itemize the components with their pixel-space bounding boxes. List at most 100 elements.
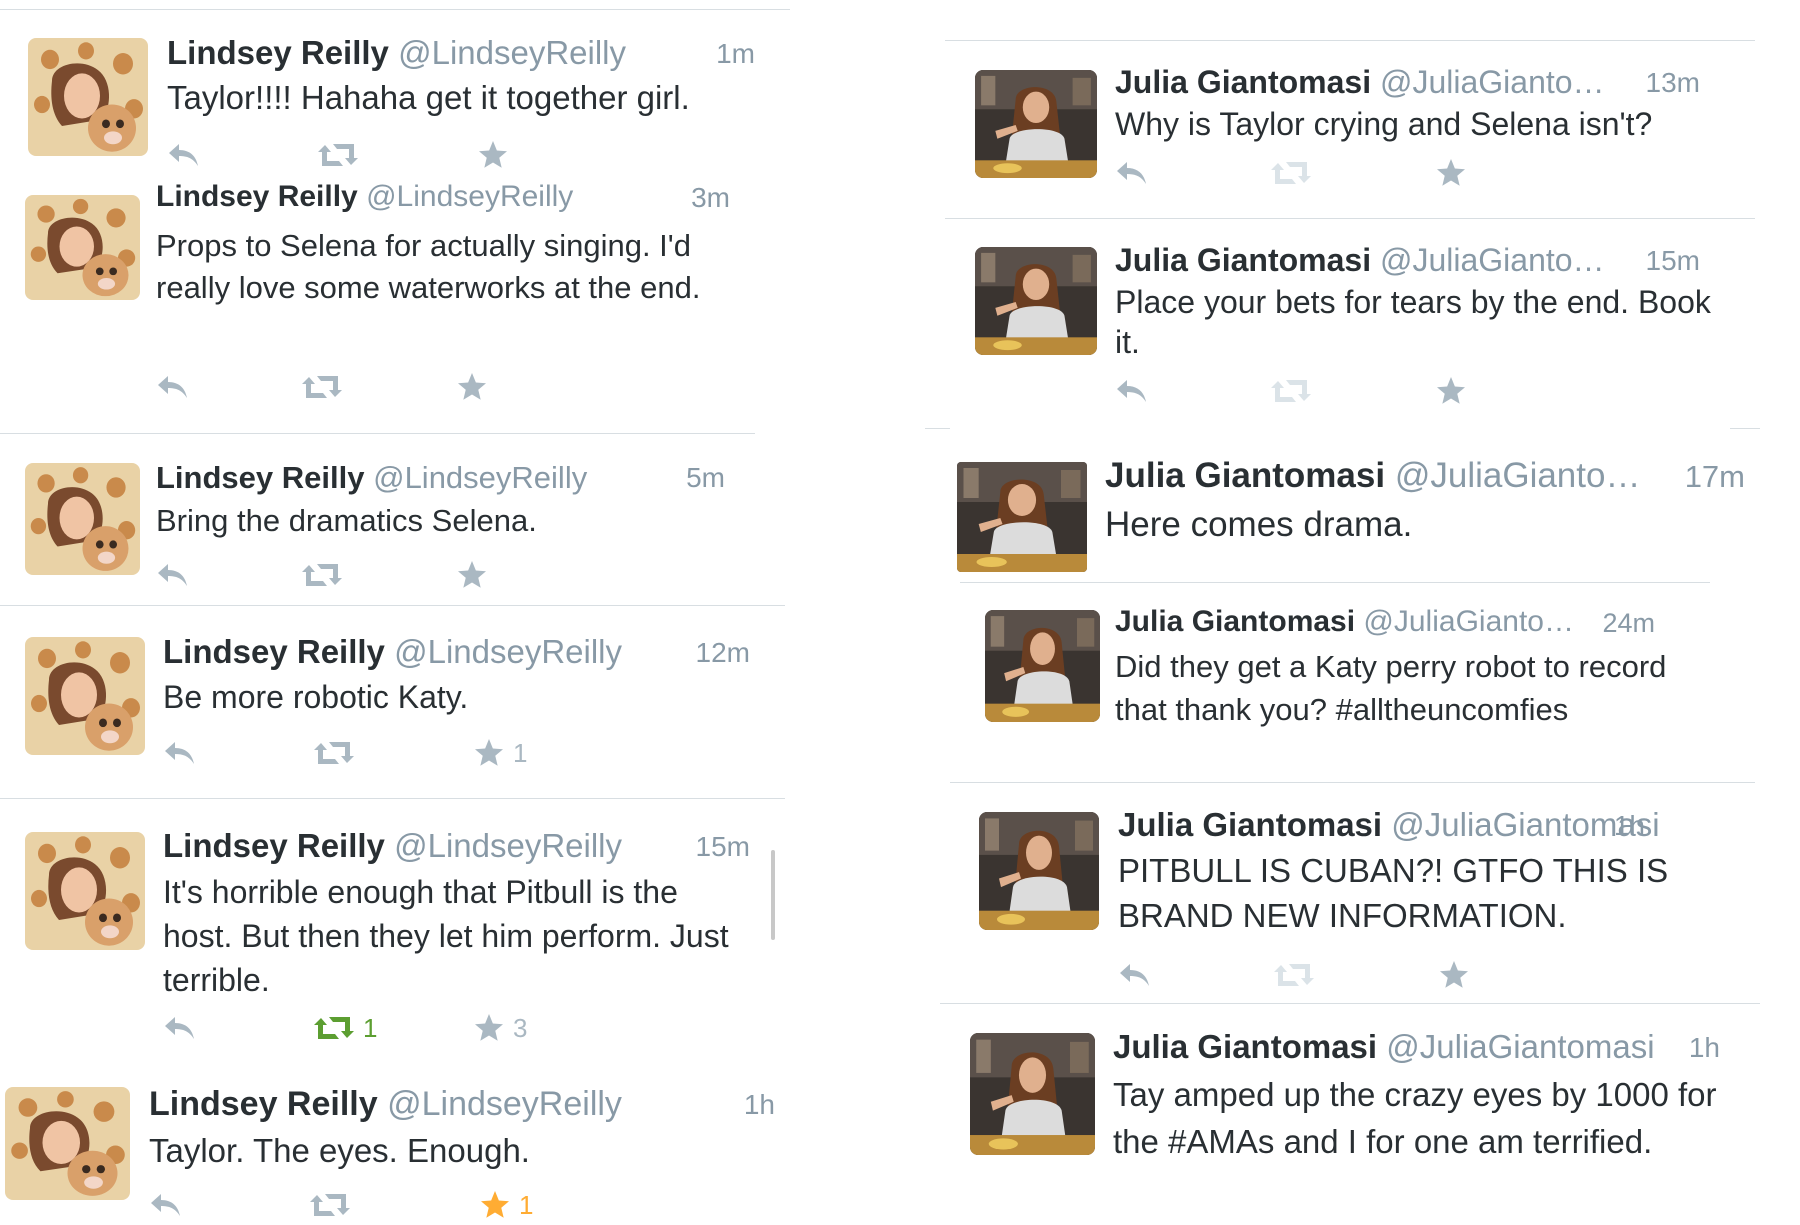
display-name[interactable]: Julia Giantomasi	[1115, 64, 1371, 100]
star-icon	[1440, 961, 1468, 988]
favorite-button[interactable]	[1435, 153, 1475, 193]
avatar[interactable]	[25, 463, 140, 575]
tweet-actions	[1118, 955, 1518, 995]
favorite-button[interactable]	[456, 367, 496, 407]
avatar[interactable]	[975, 247, 1097, 355]
username[interactable]: @LindseyReilly	[387, 1085, 622, 1123]
retweet-button[interactable]	[309, 1185, 359, 1225]
timestamp[interactable]: 17m	[1685, 459, 1745, 495]
tweet[interactable]: Lindsey Reilly @LindseyReilly 5m Bring t…	[0, 445, 800, 605]
username[interactable]: @LindseyReilly	[394, 633, 622, 670]
timestamp[interactable]: 1h	[1689, 1032, 1720, 1064]
tweet[interactable]: Lindsey Reilly @LindseyReilly 15m It's h…	[0, 810, 800, 1070]
favorite-button[interactable]	[477, 135, 517, 175]
timestamp[interactable]: 1h	[744, 1089, 775, 1121]
favorite-button[interactable]	[456, 555, 496, 595]
avatar[interactable]	[985, 610, 1100, 722]
tweet[interactable]: Lindsey Reilly @LindseyReilly 1m Taylor!…	[0, 0, 800, 170]
tweet-header: Julia Giantomasi @JuliaGianto…	[1115, 605, 1574, 639]
display-name[interactable]: Julia Giantomasi	[1115, 605, 1355, 638]
favorite-button[interactable]: 1	[479, 1185, 533, 1225]
tweet[interactable]: Julia Giantomasi @JuliaGiantomasi 1h Tay…	[925, 1010, 1760, 1200]
display-name[interactable]: Julia Giantomasi	[1118, 806, 1382, 843]
avatar[interactable]	[25, 195, 140, 300]
display-name[interactable]: Julia Giantomasi	[1115, 242, 1371, 278]
timestamp[interactable]: 1m	[716, 38, 755, 70]
retweet-button[interactable]	[1270, 153, 1320, 193]
timestamp[interactable]: 13m	[1646, 67, 1700, 99]
scrollbar[interactable]	[771, 850, 775, 940]
username[interactable]: @LindseyReilly	[373, 460, 587, 495]
favorite-button[interactable]	[1438, 955, 1478, 995]
avatar-giraffe-hood	[28, 38, 148, 156]
reply-button[interactable]	[163, 733, 197, 773]
avatar[interactable]	[25, 637, 145, 755]
reply-button[interactable]	[1115, 371, 1149, 411]
timestamp[interactable]: 1h	[1614, 810, 1645, 842]
retweet-button[interactable]: 1	[313, 1008, 377, 1048]
reply-button[interactable]	[1118, 955, 1152, 995]
retweet-button[interactable]	[301, 367, 351, 407]
avatar[interactable]	[970, 1033, 1095, 1155]
tweet[interactable]: Julia Giantomasi @JuliaGiantomasi 1h PIT…	[925, 790, 1760, 1000]
timestamp[interactable]: 15m	[1646, 245, 1700, 277]
reply-arrow-icon	[165, 1017, 194, 1039]
username[interactable]: @JuliaGianto…	[1380, 64, 1605, 100]
timestamp[interactable]: 3m	[691, 182, 730, 214]
username[interactable]: @JuliaGianto…	[1363, 605, 1574, 638]
username[interactable]: @JuliaGianto…	[1395, 456, 1641, 495]
timestamp[interactable]: 12m	[696, 637, 750, 669]
avatar[interactable]	[25, 832, 145, 950]
tweet[interactable]: Julia Giantomasi @JuliaGianto… 13m Why i…	[925, 45, 1760, 215]
display-name[interactable]: Julia Giantomasi	[1113, 1028, 1377, 1065]
display-name[interactable]: Julia Giantomasi	[1105, 456, 1385, 495]
tweet[interactable]: Julia Giantomasi @JuliaGianto… 24m Did t…	[925, 590, 1760, 780]
avatar[interactable]	[5, 1087, 130, 1200]
timestamp[interactable]: 15m	[696, 831, 750, 863]
timestamp[interactable]: 5m	[686, 462, 725, 494]
retweet-button[interactable]	[301, 555, 351, 595]
display-name[interactable]: Lindsey Reilly	[156, 180, 358, 213]
retweet-button[interactable]	[1273, 955, 1323, 995]
display-name[interactable]: Lindsey Reilly	[167, 34, 389, 71]
tweet[interactable]: Lindsey Reilly @LindseyReilly 3m Props t…	[0, 180, 800, 430]
reply-button[interactable]	[149, 1185, 183, 1225]
display-name[interactable]: Lindsey Reilly	[163, 633, 385, 670]
reply-button[interactable]	[156, 555, 190, 595]
favorite-button[interactable]	[1435, 371, 1475, 411]
reply-arrow-icon	[1117, 162, 1146, 184]
reply-button[interactable]	[1115, 153, 1149, 193]
reply-button[interactable]	[163, 1008, 197, 1048]
favorite-button[interactable]: 3	[473, 1008, 527, 1048]
username[interactable]: @JuliaGianto…	[1380, 242, 1605, 278]
username[interactable]: @LindseyReilly	[366, 180, 573, 213]
display-name[interactable]: Lindsey Reilly	[156, 460, 364, 495]
tweet[interactable]: Lindsey Reilly @LindseyReilly 12m Be mor…	[0, 615, 800, 795]
favorite-button[interactable]: 1	[473, 733, 527, 773]
retweet-icon	[1274, 964, 1314, 986]
username[interactable]: @JuliaGiantomasi	[1386, 1028, 1654, 1065]
username[interactable]: @LindseyReilly	[394, 827, 622, 864]
retweet-button[interactable]	[313, 733, 363, 773]
reply-button[interactable]	[167, 135, 201, 175]
tweet[interactable]: Julia Giantomasi @JuliaGianto… 15m Place…	[925, 225, 1760, 425]
avatar[interactable]	[975, 70, 1097, 178]
reply-button[interactable]	[156, 367, 190, 407]
timestamp[interactable]: 24m	[1602, 608, 1655, 639]
avatar[interactable]	[28, 38, 148, 156]
username[interactable]: @LindseyReilly	[398, 34, 626, 71]
avatar-woman-at-table	[957, 462, 1087, 572]
display-name[interactable]: Lindsey Reilly	[149, 1085, 378, 1123]
tweet-text: Props to Selena for actually singing. I'…	[156, 228, 701, 305]
tweet[interactable]: Julia Giantomasi @JuliaGianto… 17m Here …	[925, 440, 1760, 580]
display-name[interactable]: Lindsey Reilly	[163, 827, 385, 864]
tweet[interactable]: Lindsey Reilly @LindseyReilly 1h Taylor.…	[0, 1075, 800, 1220]
tweet-text: Place your bets for tears by the end. Bo…	[1115, 284, 1711, 360]
reply-arrow-icon	[1117, 380, 1146, 402]
avatar[interactable]	[979, 812, 1099, 930]
avatar-giraffe-hood	[25, 832, 145, 950]
retweet-button[interactable]	[1270, 371, 1320, 411]
avatar[interactable]	[957, 462, 1087, 572]
divider	[960, 582, 1710, 583]
retweet-button[interactable]	[317, 135, 367, 175]
